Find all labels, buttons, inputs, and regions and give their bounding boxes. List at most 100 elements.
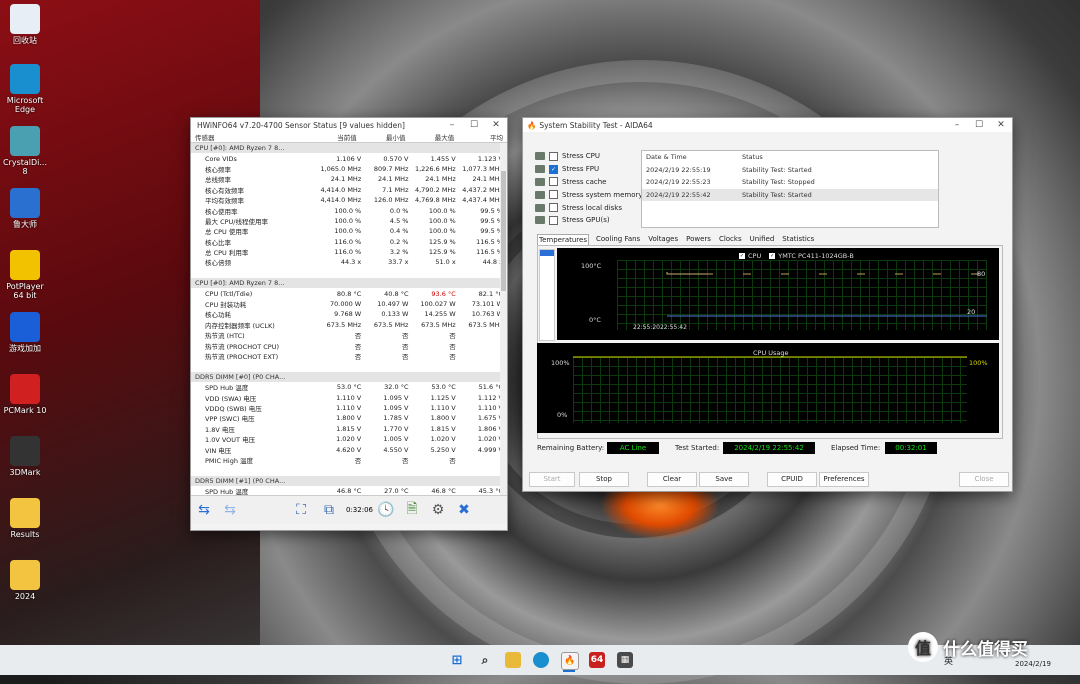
scrollbar-thumb[interactable] (501, 171, 506, 291)
stress-option[interactable]: Stress local disks (535, 201, 643, 214)
log-row[interactable]: 2024/2/19 22:55:42 Stability Test: Starte… (642, 188, 938, 201)
log-row[interactable]: 2024/2/19 22:55:19 Stability Test: Starte… (642, 164, 938, 177)
desktop-icon[interactable]: PotPlayer 64 bit (2, 250, 48, 300)
ime-indicator[interactable]: 英 (944, 654, 953, 667)
log-row[interactable]: 2024/2/19 22:55:23 Stability Test: Stoppe… (642, 176, 938, 189)
stress-checkbox[interactable]: ✓ (549, 164, 558, 174)
sensor-row[interactable]: CPU 封装功耗 70.000 W 10.497 W 100.027 W 73.101 … (191, 299, 507, 309)
sensor-row[interactable]: 核心使用率 100.0 % 0.0 % 100.0 % 99.5 % (191, 205, 507, 216)
close-button[interactable]: ✕ (990, 120, 1012, 130)
sensor-group[interactable]: CPU [#0]: AMD Ryzen 7 8... (191, 143, 507, 154)
sensor-row[interactable]: 1.8V 电压 1.815 V 1.770 V 1.815 V 1.806 V (191, 424, 507, 434)
col-current[interactable]: 当前值 (312, 132, 361, 142)
nav-forward-icon[interactable]: ⇆ (217, 500, 243, 520)
stop-button[interactable]: Stop (579, 472, 629, 487)
sensor-row[interactable]: CPU (Tctl/Tdie) 80.8 °C 40.8 °C 93.6 °C 82.1… (191, 288, 507, 298)
desktop-icon[interactable]: 2024 (2, 560, 48, 601)
desktop-icon[interactable]: 回收站 (2, 4, 48, 45)
sensor-row[interactable]: 热节流 (HTC) 否 否 否 (191, 330, 507, 340)
clear-button[interactable]: Clear (647, 472, 697, 487)
minimize-button[interactable]: – (946, 120, 968, 130)
stress-option[interactable]: Stress CPU (535, 150, 643, 163)
sensor-row[interactable]: 核心比率 116.0 % 0.2 % 125.9 % 116.5 % (191, 237, 507, 247)
sensor-row[interactable]: PMIC High 温度 否 否 否 (191, 455, 507, 465)
sensor-row[interactable]: 总 CPU 利用率 116.0 % 3.2 % 125.9 % 116.5 % (191, 247, 507, 257)
tab-cooling-fans[interactable]: Cooling Fans (595, 234, 641, 245)
maximize-button[interactable]: ☐ (968, 120, 990, 130)
clock-icon[interactable]: 🕓 (373, 500, 399, 520)
tab-powers[interactable]: Powers (685, 234, 712, 245)
col-max[interactable]: 最大值 (409, 132, 458, 142)
sensor-row[interactable]: 核心倍频 44.3 x 33.7 x 51.0 x 44.8 x (191, 257, 507, 267)
sensor-row[interactable]: 核心功耗 9.768 W 0.133 W 14.255 W 10.763 W (191, 309, 507, 319)
sensor-row[interactable]: 1.0V VOUT 电压 1.020 V 1.005 V 1.020 V 1.020 V (191, 434, 507, 444)
tab-statistics[interactable]: Statistics (781, 234, 815, 245)
stress-checkbox[interactable] (549, 177, 558, 187)
close-button[interactable]: ✕ (485, 120, 507, 130)
tab-voltages[interactable]: Voltages (647, 234, 679, 245)
tab-clocks[interactable]: Clocks (718, 234, 743, 245)
sensor-row[interactable]: 核心频率 1,065.0 MHz 809.7 MHz 1,226.6 MHz 1,077… (191, 164, 507, 174)
desktop-icon[interactable]: 3DMark (2, 436, 48, 477)
close-dialog-button[interactable]: Close (959, 472, 1009, 487)
save-button[interactable]: Save (699, 472, 749, 487)
hwinfo-sensor-table[interactable]: CPU [#0]: AMD Ryzen 7 8... Core VIDs 1.106… (191, 143, 507, 495)
sensor-row[interactable]: 总线频率 24.1 MHz 24.1 MHz 24.1 MHz 24.1 MHz (191, 174, 507, 184)
aida64-taskbar-icon[interactable]: 🔥 (561, 652, 579, 670)
hwinfo-titlebar[interactable]: HWiNFO64 v7.20-4700 Sensor Status [9 val… (191, 118, 507, 132)
tab-unified[interactable]: Unified (749, 234, 776, 245)
tray-date[interactable]: 2024/2/19 (1015, 660, 1051, 668)
stress-option[interactable]: ✓ Stress FPU (535, 163, 643, 176)
search-icon[interactable]: ⌕ (477, 652, 493, 668)
sensor-row[interactable]: VDDQ (SWB) 电压 1.110 V 1.095 V 1.110 V 1.110 … (191, 403, 507, 413)
nav-back-icon[interactable]: ⇆ (191, 500, 217, 520)
sensor-row[interactable]: 总 CPU 使用率 100.0 % 0.4 % 100.0 % 99.5 % (191, 226, 507, 236)
sensor-row[interactable]: SPD Hub 温度 46.8 °C 27.0 °C 46.8 °C 45.3 °C (191, 486, 507, 495)
sensor-row[interactable]: VDD (SWA) 电压 1.110 V 1.095 V 1.125 V 1.112 V (191, 392, 507, 403)
stress-option[interactable]: Stress GPU(s) (535, 214, 643, 227)
desktop-icon[interactable]: Results (2, 498, 48, 539)
aida64-titlebar[interactable]: 🔥 System Stability Test - AIDA64 – ☐ ✕ (523, 118, 1012, 132)
aida64-64-icon[interactable]: 64 (589, 652, 605, 668)
tab-temperatures[interactable]: Temperatures (537, 234, 589, 245)
stress-checkbox[interactable] (549, 151, 558, 161)
sensor-layout-icon[interactable]: ⧉ (315, 500, 343, 520)
scrollbar[interactable] (500, 143, 507, 495)
col-sensor[interactable]: 传感器 (191, 132, 312, 142)
sensor-row[interactable]: SPD Hub 温度 53.0 °C 32.0 °C 53.0 °C 51.6 °C (191, 382, 507, 392)
sensor-row[interactable]: Core VIDs 1.106 V 0.570 V 1.455 V 1.123 V (191, 153, 507, 163)
network-icon[interactable]: ⛶ (287, 500, 315, 520)
sensor-group[interactable]: CPU [#0]: AMD Ryzen 7 8... (191, 278, 507, 289)
maximize-button[interactable]: ☐ (463, 120, 485, 130)
stress-option[interactable]: Stress cache (535, 176, 643, 189)
sensor-row[interactable]: VIN 电压 4.620 V 4.550 V 5.250 V 4.999 V (191, 444, 507, 455)
desktop-icon[interactable]: 游戏加加 (2, 312, 48, 353)
sensor-row[interactable]: 热节流 (PROCHOT EXT) 否 否 否 (191, 351, 507, 361)
start-button[interactable]: Start (529, 472, 575, 487)
desktop-icon[interactable]: 鲁大师 (2, 188, 48, 229)
sensor-row[interactable]: 平均有效频率 4,414.0 MHz 126.0 MHz 4,769.8 MHz 4,4… (191, 195, 507, 205)
col-min[interactable]: 最小值 (361, 132, 410, 142)
desktop-icon[interactable]: Microsoft Edge (2, 64, 48, 114)
edge-icon[interactable] (533, 652, 549, 668)
stress-option[interactable]: Stress system memory (535, 188, 643, 201)
aida64-window[interactable]: 🔥 System Stability Test - AIDA64 – ☐ ✕ S… (522, 117, 1013, 492)
hwinfo-window[interactable]: HWiNFO64 v7.20-4700 Sensor Status [9 val… (190, 117, 508, 531)
report-icon[interactable]: 🗎 (399, 500, 425, 520)
col-avg[interactable]: 平均 (458, 132, 507, 142)
preferences-button[interactable]: Preferences (819, 472, 869, 487)
desktop-icon[interactable]: CrystalDi... 8 (2, 126, 48, 176)
stress-checkbox[interactable] (549, 203, 558, 213)
sensor-row[interactable]: VPP (SWC) 电压 1.800 V 1.785 V 1.800 V 1.675 V (191, 413, 507, 423)
sensor-group[interactable]: DDR5 DIMM [#1] (P0 CHA... (191, 475, 507, 486)
sensor-row[interactable]: 最大 CPU/线程使用率 100.0 % 4.5 % 100.0 % 99.5 % (191, 216, 507, 226)
event-log[interactable]: Date & Time Status 2024/2/19 22:55:19 Sta… (641, 150, 939, 228)
hwinfo-taskbar-icon[interactable]: ▦ (617, 652, 633, 668)
sensor-row[interactable]: 热节流 (PROCHOT CPU) 否 否 否 (191, 340, 507, 351)
sensor-row[interactable]: 内存控制器频率 (UCLK) 673.5 MHz 673.5 MHz 673.5 MH… (191, 320, 507, 330)
sensor-group[interactable]: DDR5 DIMM [#0] (P0 CHA... (191, 371, 507, 382)
file-explorer-icon[interactable] (505, 652, 521, 668)
settings-gear-icon[interactable]: ⚙ (425, 500, 451, 520)
sensor-row[interactable]: 核心有效频率 4,414.0 MHz 7.1 MHz 4,790.2 MHz 4,437… (191, 185, 507, 195)
stress-checkbox[interactable] (549, 190, 558, 200)
